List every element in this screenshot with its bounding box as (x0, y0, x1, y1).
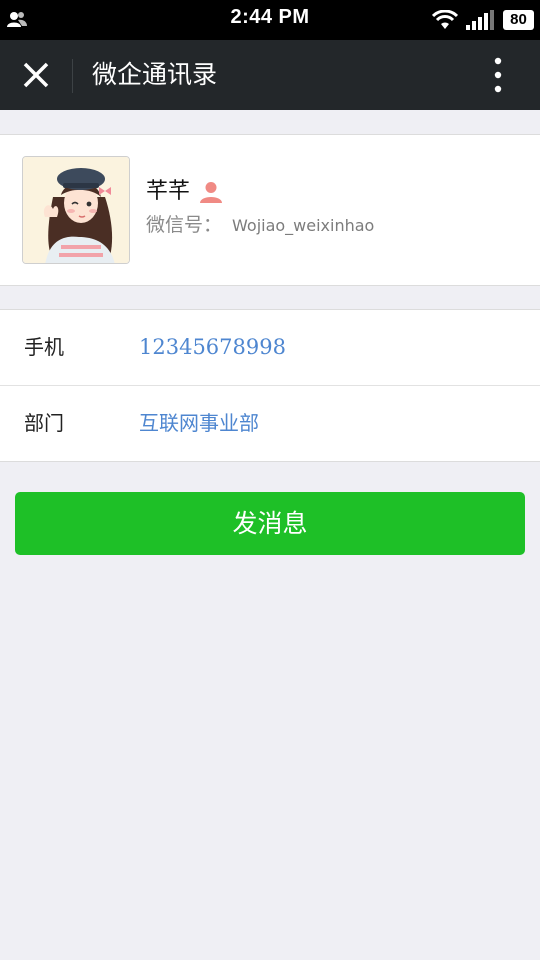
avatar[interactable] (22, 156, 130, 264)
close-button[interactable] (14, 53, 58, 97)
wechat-id-label: 微信号： (146, 214, 223, 236)
avatar-illustration (23, 157, 129, 263)
battery-indicator: 80 (503, 10, 534, 30)
department-label: 部门 (24, 411, 64, 435)
phone-number-link[interactable]: 12345678998 (139, 332, 286, 362)
wechat-id-value: Wojiao_weixinhao (232, 216, 375, 235)
more-options-button[interactable] (482, 55, 514, 95)
wechat-id-row: 微信号： Wojiao_weixinhao (146, 211, 374, 240)
info-list: 手机 12345678998 部门 互联网事业部 (0, 309, 540, 462)
phone-row: 手机 12345678998 (0, 310, 540, 385)
profile-card: 芊芊 微信号： Wojiao_weixinhao (0, 134, 540, 286)
contact-name: 芊芊 (146, 179, 191, 204)
more-vertical-icon (494, 57, 502, 93)
department-link[interactable]: 互联网事业部 (139, 408, 259, 438)
send-message-button[interactable]: 发消息 (15, 492, 525, 555)
name-row: 芊芊 (146, 177, 223, 207)
person-icon (200, 182, 223, 203)
signal-icon (466, 10, 494, 30)
page-title: 微企通讯录 (92, 60, 218, 89)
department-row: 部门 互联网事业部 (0, 385, 540, 460)
status-time: 2:44 PM (230, 6, 310, 28)
status-bar: 2:44 PM 80 (0, 0, 540, 40)
close-icon (23, 62, 49, 88)
nav-divider (72, 59, 73, 93)
nav-bar: 微企通讯录 (0, 40, 540, 110)
wifi-icon (432, 10, 458, 29)
phone-label: 手机 (24, 335, 64, 359)
